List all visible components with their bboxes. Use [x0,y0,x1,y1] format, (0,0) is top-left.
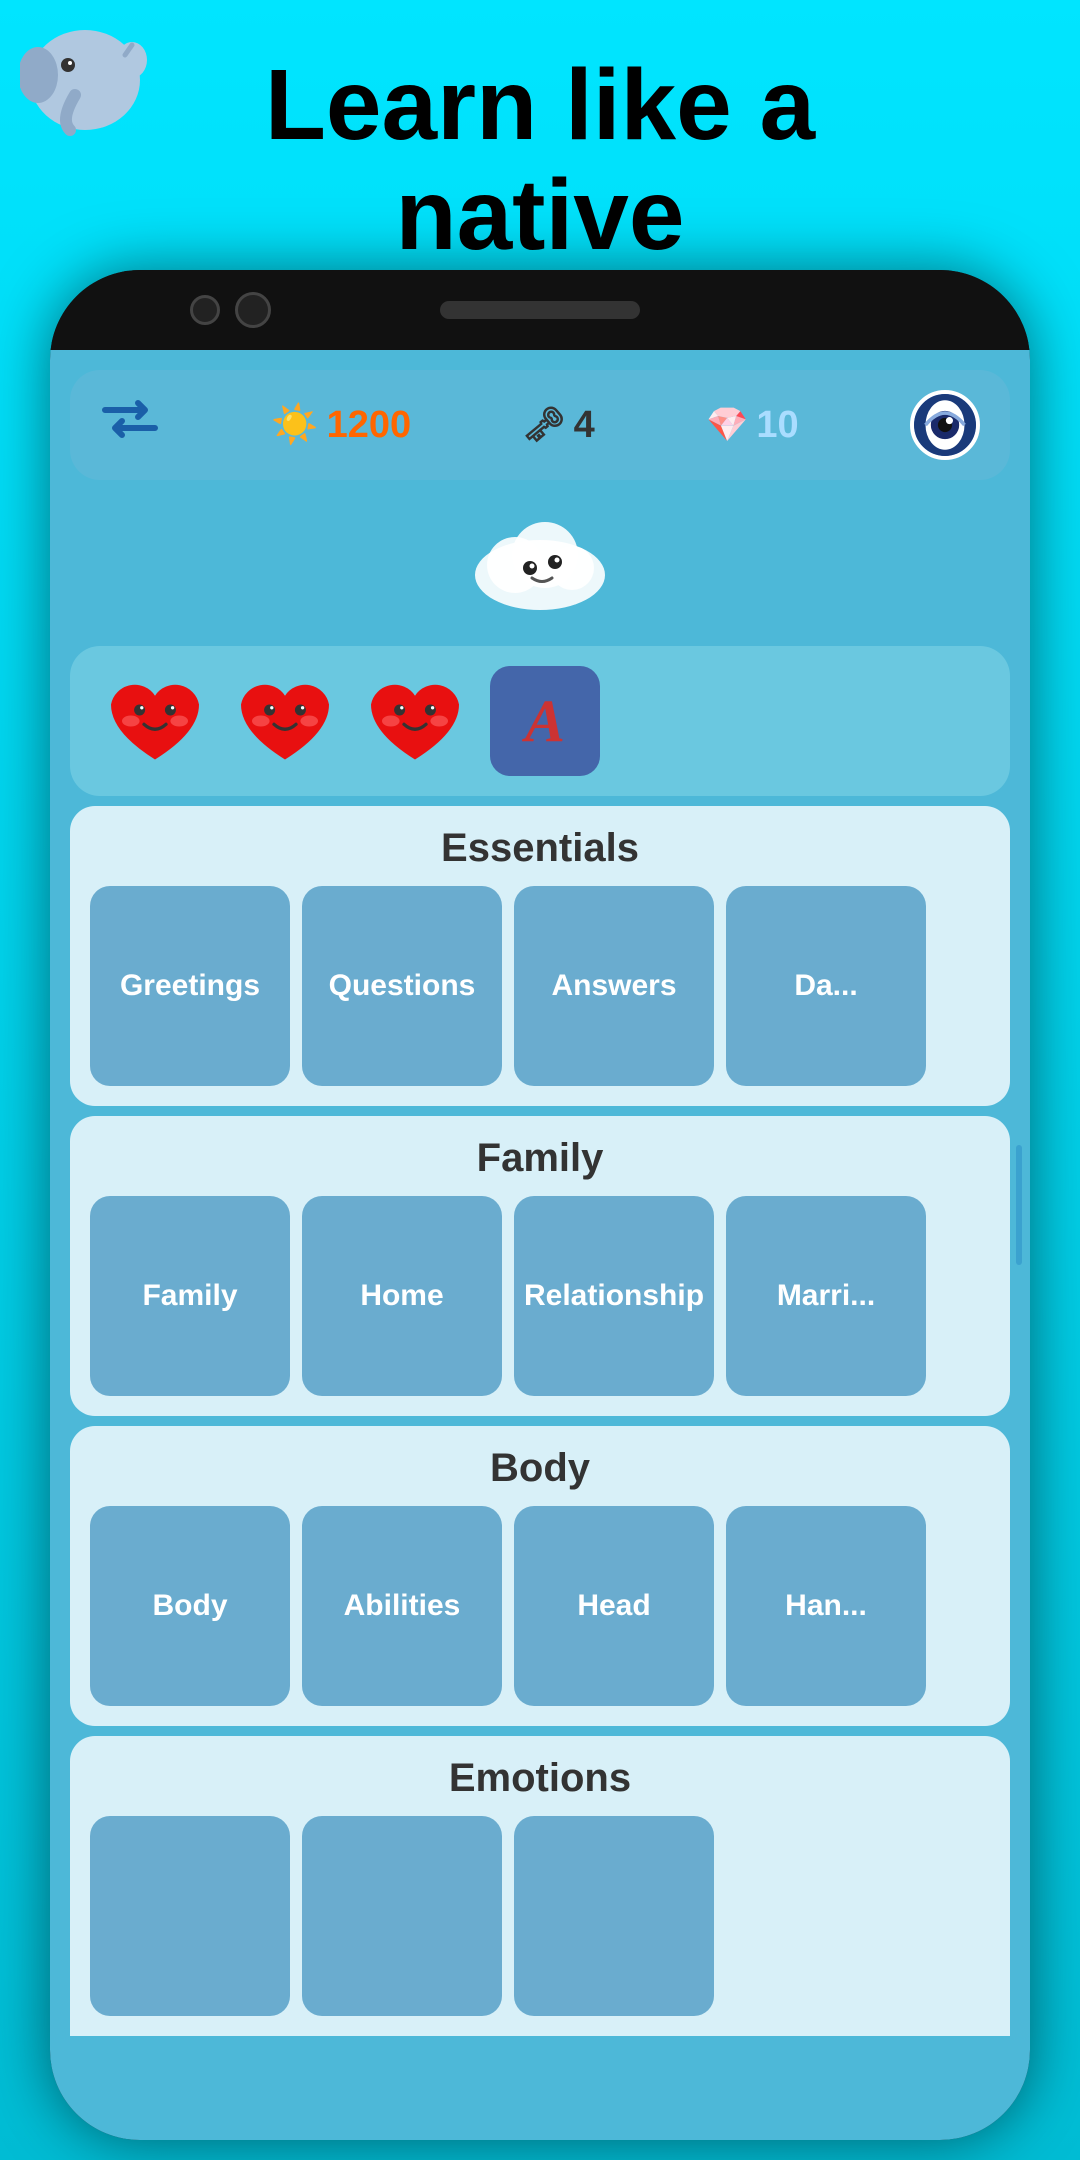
emotion-card-1[interactable] [90,1816,290,2016]
gems-stat: 💎 10 [706,404,799,447]
lives-bar: A [70,646,1010,796]
emotions-title: Emotions [90,1756,990,1801]
xp-value: 1200 [327,404,412,447]
greetings-card[interactable]: Greetings [90,886,290,1086]
gem-icon: 💎 [706,405,748,445]
phone-screen: ☀️ 1200 🗝 4 💎 10 [50,350,1030,2140]
phone-speaker [440,301,640,319]
camera-left [190,295,220,325]
essentials-grid: Greetings Questions Answers Da... [90,886,990,1086]
letter-badge[interactable]: A [490,666,600,776]
body-section: Body Body Abilities Head Han... [70,1426,1010,1726]
relationship-card[interactable]: Relationship [514,1196,714,1396]
emotions-grid [90,1816,990,2016]
scroll-indicator[interactable] [1016,1145,1022,1265]
marriage-card[interactable]: Marri... [726,1196,926,1396]
family-section: Family Family Home Relationship Marri... [70,1116,1010,1416]
header: Learn like a native [0,0,1080,290]
phone-frame: ☀️ 1200 🗝 4 💎 10 [50,270,1030,2140]
family-title: Family [90,1136,990,1181]
body-card[interactable]: Body [90,1506,290,1706]
body-title: Body [90,1446,990,1491]
home-card[interactable]: Home [302,1196,502,1396]
sun-icon: ☀️ [271,403,318,447]
answers-card[interactable]: Answers [514,886,714,1086]
hands-card[interactable]: Han... [726,1506,926,1706]
heart-1 [100,666,210,776]
head-card[interactable]: Head [514,1506,714,1706]
header-title: Learn like a native [20,30,1060,270]
emotion-card-3[interactable] [514,1816,714,2016]
key-icon: 🗝 [522,405,565,445]
stats-bar: ☀️ 1200 🗝 4 💎 10 [70,370,1010,480]
camera-right [235,292,271,328]
essentials-title: Essentials [90,826,990,871]
arrows-icon [100,400,160,450]
keys-value: 4 [574,404,595,447]
cloud-mascot-area [50,490,1030,636]
essentials-section: Essentials Greetings Questions Answers D… [70,806,1010,1106]
emotions-section: Emotions [70,1736,1010,2036]
days-card[interactable]: Da... [726,886,926,1086]
heart-3 [360,666,470,776]
abilities-card[interactable]: Abilities [302,1506,502,1706]
gems-value: 10 [756,404,798,447]
questions-card[interactable]: Questions [302,886,502,1086]
family-card[interactable]: Family [90,1196,290,1396]
xp-stat: ☀️ 1200 [271,403,411,447]
mascot-elephant [20,10,150,140]
body-grid: Body Abilities Head Han... [90,1506,990,1706]
phone-notch [50,270,1030,350]
keys-stat: 🗝 4 [522,404,594,447]
family-grid: Family Home Relationship Marri... [90,1196,990,1396]
heart-2 [230,666,340,776]
emotion-card-2[interactable] [302,1816,502,2016]
avatar[interactable] [910,390,980,460]
